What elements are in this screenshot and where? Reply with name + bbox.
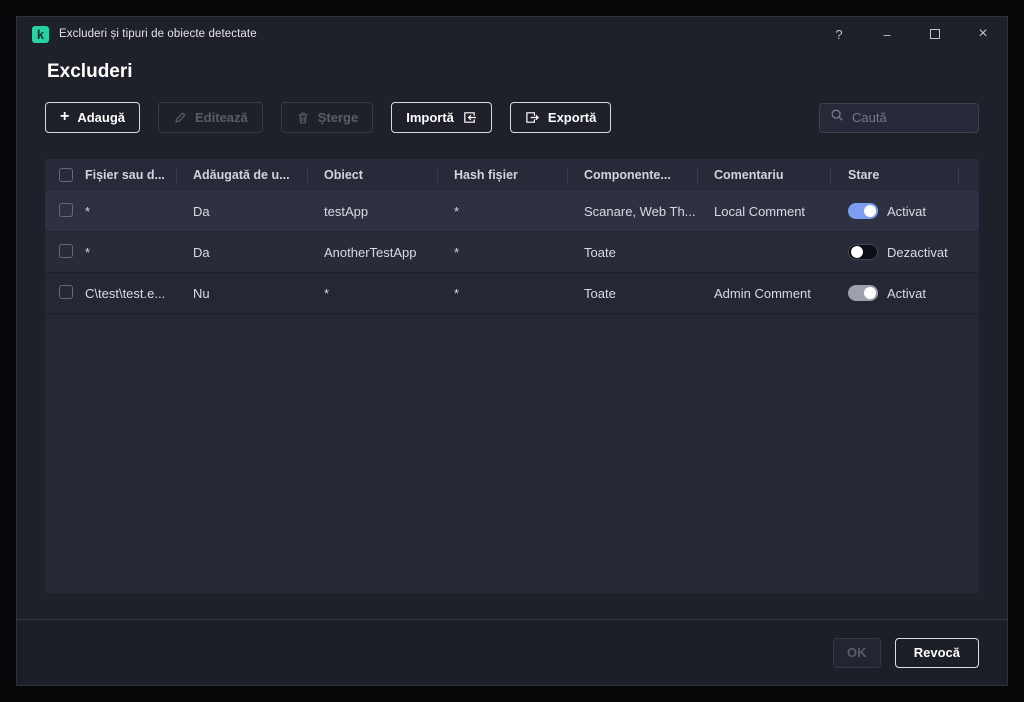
row-checkbox-cell <box>45 284 81 302</box>
cell-added-by: Da <box>193 203 210 219</box>
table-header: Fișier sau d... Adăugată de u... Obiect … <box>45 159 979 191</box>
cell-hash: * <box>454 244 460 260</box>
state-label: Activat <box>887 285 927 301</box>
state-label: Dezactivat <box>887 244 948 260</box>
add-button[interactable]: + Adaugă <box>45 102 141 133</box>
table-row[interactable]: * Da AnotherTestApp * Toate Dezactivat <box>45 232 979 273</box>
col-header-hash[interactable]: Hash fișier <box>438 159 568 191</box>
import-icon <box>462 110 477 125</box>
cell-state: Activat <box>831 285 959 301</box>
close-button[interactable]: × <box>974 26 992 42</box>
col-header-filler <box>959 159 979 191</box>
row-checkbox-cell <box>45 202 81 220</box>
cancel-button[interactable]: Revocă <box>894 637 979 668</box>
maximize-button[interactable] <box>926 28 944 41</box>
plus-icon: + <box>60 108 70 125</box>
import-button[interactable]: Importă <box>391 102 492 133</box>
cell-hash: * <box>454 203 460 219</box>
ok-button[interactable]: OK <box>832 637 881 668</box>
cell-comment: Admin Comment <box>714 285 811 301</box>
state-label: Activat <box>887 203 927 219</box>
state-toggle[interactable] <box>848 244 878 260</box>
table-row[interactable]: * Da testApp * Scanare, Web Th... Local Comme… <box>45 191 979 232</box>
export-icon <box>525 110 540 125</box>
import-button-label: Importă <box>406 110 454 125</box>
col-header-comment[interactable]: Comentariu <box>698 159 831 191</box>
delete-button-label: Șterge <box>317 110 359 125</box>
help-button[interactable]: ? <box>830 28 848 41</box>
maximize-icon <box>930 28 940 39</box>
titlebar: k Excluderi și tipuri de obiecte detecta… <box>17 17 1007 51</box>
table-row[interactable]: C\test\test.e... Nu * * Toate Admin Comment Ac… <box>45 273 979 314</box>
trash-icon <box>296 111 310 125</box>
row-checkbox[interactable] <box>59 243 73 258</box>
toolbar: + Adaugă Editează Șterge Importă Exportă… <box>45 102 979 133</box>
search-input[interactable] <box>852 110 968 125</box>
cell-file: * <box>85 203 91 219</box>
app-window: k Excluderi și tipuri de obiecte detecta… <box>16 16 1008 686</box>
edit-button-label: Editează <box>195 110 248 125</box>
select-all-checkbox[interactable] <box>59 168 73 182</box>
add-button-label: Adaugă <box>77 110 126 125</box>
cell-object: AnotherTestApp <box>324 244 417 260</box>
export-button-label: Exportă <box>547 110 597 125</box>
cell-state: Dezactivat <box>831 244 959 260</box>
cell-file: * <box>85 244 91 260</box>
cell-object: * <box>324 285 330 301</box>
cell-components: Toate <box>584 244 616 260</box>
cell-file: C\test\test.e... <box>85 285 166 301</box>
cell-hash: * <box>454 285 460 301</box>
col-header-state[interactable]: Stare <box>831 159 959 191</box>
export-button[interactable]: Exportă <box>509 102 612 133</box>
row-checkbox[interactable] <box>59 284 73 299</box>
col-header-added-by[interactable]: Adăugată de u... <box>177 159 308 191</box>
row-checkbox[interactable] <box>59 202 73 217</box>
kaspersky-logo-icon: k <box>32 25 49 43</box>
window-controls: ? – × <box>830 26 992 42</box>
table-body: * Da testApp * Scanare, Web Th... Local Comme… <box>45 191 979 593</box>
toggle-knob <box>864 205 876 217</box>
state-toggle[interactable] <box>848 203 878 219</box>
header-checkbox-cell <box>45 159 81 191</box>
row-checkbox-cell <box>45 243 81 261</box>
cell-added-by: Da <box>193 244 210 260</box>
cell-state: Activat <box>831 203 959 219</box>
cell-comment: Local Comment <box>714 203 806 219</box>
cell-object: testApp <box>324 203 369 219</box>
pencil-icon <box>173 111 187 125</box>
cell-added-by: Nu <box>193 285 210 301</box>
delete-button[interactable]: Șterge <box>280 102 374 133</box>
col-header-object[interactable]: Obiect <box>308 159 438 191</box>
exclusions-table: Fișier sau d... Adăugată de u... Obiect … <box>45 159 979 593</box>
window-title: Excluderi și tipuri de obiecte detectate <box>59 28 257 40</box>
edit-button[interactable]: Editează <box>158 102 263 133</box>
cell-components: Scanare, Web Th... <box>584 203 696 219</box>
col-header-components[interactable]: Componente... <box>568 159 698 191</box>
footer: OK Revocă <box>17 619 1007 685</box>
state-toggle[interactable] <box>848 285 878 301</box>
cell-components: Toate <box>584 285 616 301</box>
search-box[interactable] <box>819 102 979 133</box>
search-icon <box>830 108 844 127</box>
toggle-knob <box>864 287 876 299</box>
page-title: Excluderi <box>47 61 133 82</box>
minimize-button[interactable]: – <box>878 28 896 41</box>
col-header-file[interactable]: Fișier sau d... <box>81 159 177 191</box>
toggle-knob <box>851 246 863 258</box>
